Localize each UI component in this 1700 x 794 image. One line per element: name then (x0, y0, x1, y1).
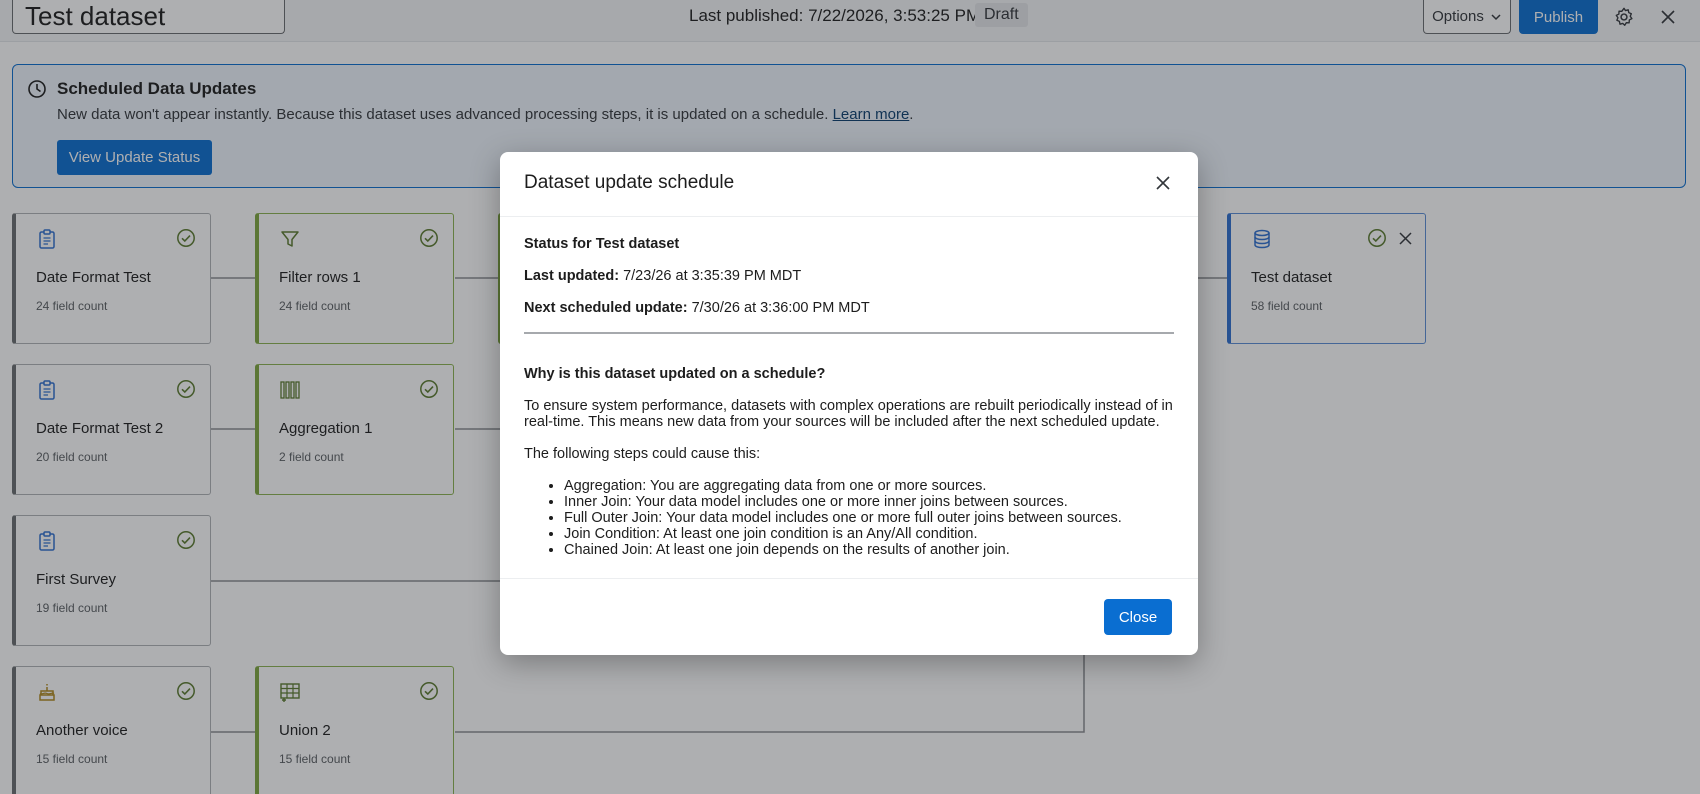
dialog-title: Dataset update schedule (524, 172, 735, 193)
dialog-section-divider (524, 332, 1174, 334)
list-item: Join Condition: At least one join condit… (564, 526, 1122, 542)
last-updated-value: 7/23/26 at 3:35:39 PM MDT (623, 268, 802, 284)
last-updated-row: Last updated: 7/23/26 at 3:35:39 PM MDT (524, 268, 801, 284)
close-icon[interactable] (1154, 174, 1172, 192)
explanation-text: To ensure system performance, datasets w… (524, 398, 1173, 430)
last-updated-label: Last updated: (524, 268, 620, 284)
steps-intro: The following steps could cause this: (524, 446, 761, 462)
next-update-row: Next scheduled update: 7/30/26 at 3:36:0… (524, 300, 870, 316)
status-heading: Status for Test dataset (524, 236, 680, 252)
update-schedule-dialog: Dataset update schedule Status for Test … (500, 152, 1198, 655)
next-update-value: 7/30/26 at 3:36:00 PM MDT (691, 300, 870, 316)
list-item: Aggregation: You are aggregating data fr… (564, 478, 1122, 494)
cause-steps-list: Aggregation: You are aggregating data fr… (564, 478, 1122, 558)
list-item: Chained Join: At least one join depends … (564, 542, 1122, 558)
close-button[interactable]: Close (1104, 599, 1172, 635)
dialog-footer-divider (500, 578, 1198, 579)
list-item: Inner Join: Your data model includes one… (564, 494, 1122, 510)
why-heading: Why is this dataset updated on a schedul… (524, 366, 826, 382)
dialog-header-divider (500, 216, 1198, 217)
list-item: Full Outer Join: Your data model include… (564, 510, 1122, 526)
next-update-label: Next scheduled update: (524, 300, 688, 316)
